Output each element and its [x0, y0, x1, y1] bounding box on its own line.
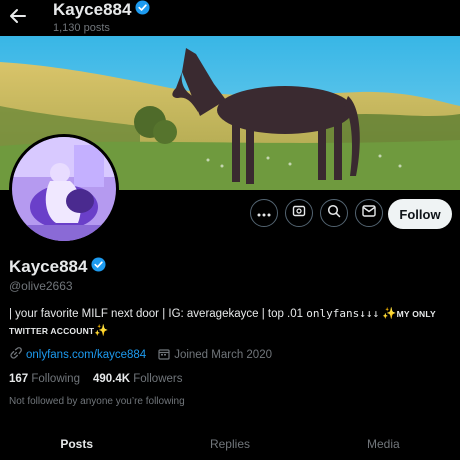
following-stat[interactable]: 167 Following — [9, 373, 80, 385]
calendar-icon — [158, 348, 170, 363]
tab-replies[interactable]: Replies — [153, 425, 306, 460]
bio-onlyfans-text: onlyfans↓↓↓ — [306, 307, 380, 320]
verified-badge-icon — [135, 0, 150, 20]
avatar-image — [12, 137, 116, 241]
follow-button[interactable]: Follow — [388, 199, 452, 229]
profile-name-text: Kayce884 — [9, 257, 88, 276]
header-title: Kayce884 — [53, 0, 150, 20]
link-icon — [9, 347, 22, 363]
following-label: Following — [31, 373, 80, 385]
profile-bio: | your favorite MILF next door | IG: ave… — [9, 305, 454, 340]
profile-meta: onlyfans.com/kayce884 Joined March 2020 — [9, 347, 272, 363]
tab-posts[interactable]: Posts — [0, 425, 153, 460]
header-title-block: Kayce884 1,130 posts — [53, 0, 150, 34]
profile-stats: 167 Following 490.4K Followers — [9, 373, 182, 385]
profile-website-link[interactable]: onlyfans.com/kayce884 — [26, 349, 146, 361]
followers-stat[interactable]: 490.4K Followers — [93, 373, 183, 385]
more-dots-icon — [257, 204, 271, 222]
followers-count: 490.4K — [92, 373, 131, 385]
posts-count: 1,130 posts — [53, 22, 110, 34]
search-profile-button[interactable] — [320, 199, 348, 227]
joined-date: Joined March 2020 — [174, 349, 272, 361]
profile-name: Kayce884 — [9, 257, 106, 277]
followers-label: Followers — [133, 373, 183, 385]
avatar[interactable] — [9, 134, 119, 244]
message-button[interactable] — [355, 199, 383, 227]
profile-tabs: Posts Replies Media — [0, 425, 460, 460]
following-count: 167 — [9, 373, 29, 385]
search-icon — [327, 204, 341, 223]
sparkle-emoji: ✨ — [382, 308, 397, 320]
bio-text: | your favorite MILF next door | IG: ave… — [9, 308, 307, 320]
verified-badge-icon[interactable] — [91, 257, 106, 277]
not-followed-note: Not followed by anyone you’re following — [9, 396, 185, 407]
tab-media[interactable]: Media — [307, 425, 460, 460]
header-title-text: Kayce884 — [53, 0, 132, 19]
more-options-button[interactable] — [250, 199, 278, 227]
grok-profile-button[interactable] — [285, 199, 313, 227]
profile-handle: @olive2663 — [9, 279, 73, 293]
sparkle-emoji: ✨ — [94, 325, 109, 337]
grok-icon — [292, 204, 306, 223]
envelope-icon — [362, 204, 376, 222]
back-arrow-icon[interactable] — [8, 6, 28, 26]
top-bar: Kayce884 1,130 posts — [0, 0, 460, 36]
